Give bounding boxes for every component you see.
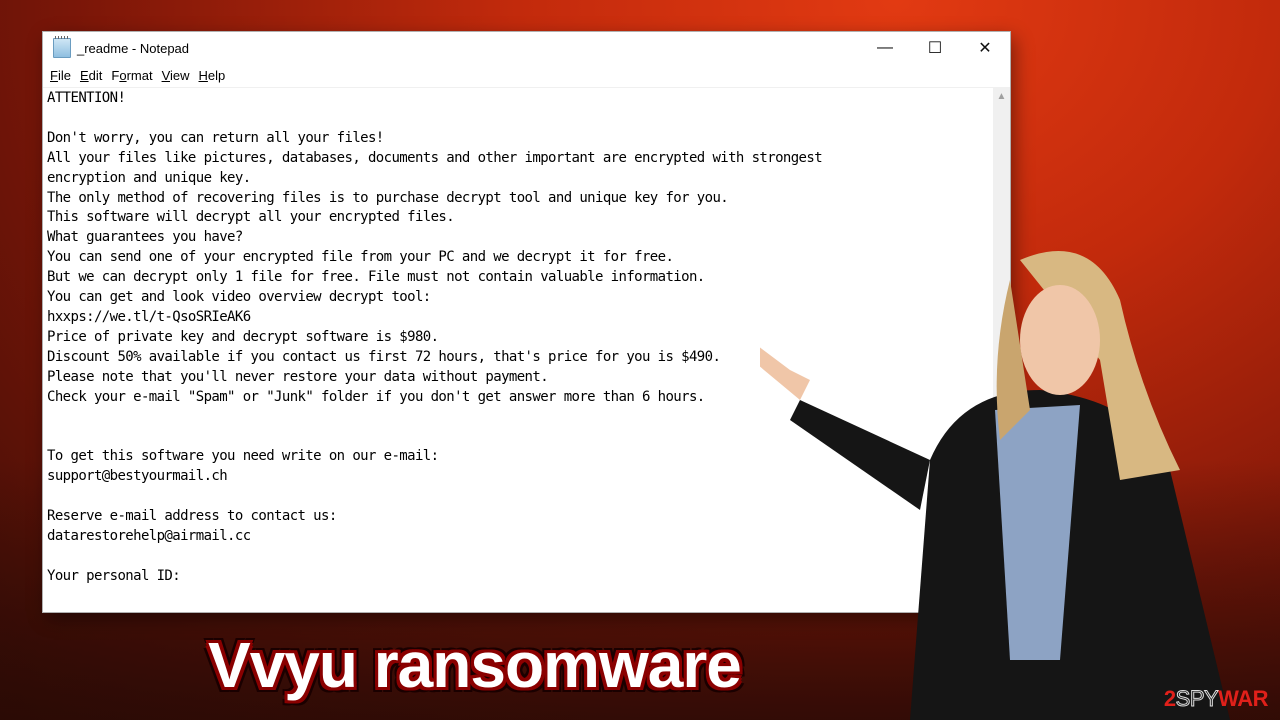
menu-bar: File Edit Format View Help: [43, 64, 1010, 86]
menu-file[interactable]: File: [48, 68, 78, 83]
note-line: ATTENTION!: [47, 90, 126, 106]
close-icon: ✕: [978, 40, 992, 57]
maximize-icon: ☐: [927, 40, 943, 57]
menu-edit[interactable]: Edit: [78, 68, 109, 83]
face: [1020, 285, 1100, 395]
note-line: [47, 109, 992, 129]
menu-view[interactable]: View: [160, 68, 197, 83]
note-line: This software will decrypt all your encr…: [47, 209, 455, 226]
scroll-up-icon[interactable]: ▲: [993, 88, 1010, 105]
maximize-button[interactable]: ☐: [910, 32, 960, 64]
title-bar[interactable]: _readme - Notepad — ☐ ✕: [43, 32, 1010, 64]
note-line: The only method of recovering files is t…: [47, 189, 729, 206]
arm: [790, 400, 930, 510]
close-button[interactable]: ✕: [960, 32, 1010, 64]
menu-help[interactable]: Help: [197, 68, 233, 83]
woman-pointing-illustration: [760, 251, 1230, 720]
minimize-icon: —: [877, 39, 893, 56]
note-line: Don't worry, you can return all your fil…: [47, 129, 384, 146]
minimize-button[interactable]: —: [860, 32, 910, 64]
2spyware-logo: 2SPYWAR: [1163, 686, 1269, 712]
window-title: _readme - Notepad: [77, 40, 190, 56]
menu-format[interactable]: Format: [109, 68, 159, 83]
note-line: encryption and unique key.: [47, 169, 251, 186]
notepad-icon: [53, 36, 71, 58]
headline: Vvyu ransomware: [208, 629, 742, 701]
note-line: All your files like pictures, databases,…: [47, 149, 823, 166]
